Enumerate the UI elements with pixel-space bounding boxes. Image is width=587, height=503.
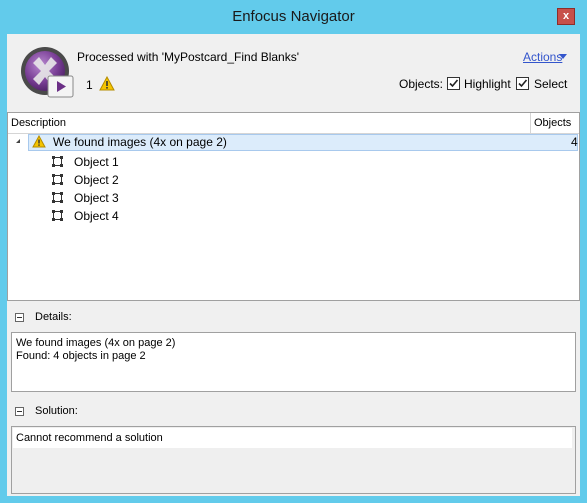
- results-tree[interactable]: Description Objects We found images (4x …: [7, 112, 580, 301]
- details-line-1: We found images (4x on page 2): [16, 337, 176, 349]
- column-header-row: Description Objects: [8, 113, 579, 134]
- column-divider[interactable]: [530, 113, 531, 133]
- navigator-window: Enfocus Navigator x Processed with 'MyPo…: [0, 0, 587, 503]
- group-object-count: 4: [571, 135, 578, 149]
- enfocus-logo-icon: [21, 47, 74, 98]
- window-title: Enfocus Navigator: [232, 8, 355, 25]
- solution-collapse-toggle[interactable]: [15, 407, 24, 416]
- object-label: Object 4: [74, 209, 119, 223]
- details-textbox[interactable]: We found images (4x on page 2) Found: 4 …: [11, 332, 576, 392]
- object-label: Object 2: [74, 173, 119, 187]
- close-button[interactable]: x: [557, 8, 575, 25]
- column-header-description[interactable]: Description: [11, 117, 66, 129]
- client-area: Processed with 'MyPostcard_Find Blanks' …: [7, 34, 580, 496]
- actions-link[interactable]: Actions: [523, 50, 562, 64]
- solution-label: Solution:: [35, 405, 78, 417]
- group-description[interactable]: We found images (4x on page 2): [53, 135, 227, 149]
- solution-text: Cannot recommend a solution: [16, 432, 163, 444]
- details-label: Details:: [35, 311, 72, 323]
- column-header-objects[interactable]: Objects: [534, 117, 571, 129]
- solution-textbox[interactable]: Cannot recommend a solution: [11, 426, 576, 494]
- object-frame-icon: [52, 210, 63, 221]
- object-label: Object 1: [74, 155, 119, 169]
- object-frame-icon: [52, 174, 63, 185]
- details-collapse-toggle[interactable]: [15, 313, 24, 322]
- title-bar[interactable]: Enfocus Navigator x: [0, 0, 587, 34]
- chevron-down-icon[interactable]: [559, 54, 567, 59]
- object-frame-icon: [52, 192, 63, 203]
- object-label: Object 3: [74, 191, 119, 205]
- processed-with-text: Processed with 'MyPostcard_Find Blanks': [77, 50, 300, 64]
- checkmark-icon: [449, 79, 459, 88]
- details-line-2: Found: 4 objects in page 2: [16, 350, 146, 362]
- objects-label: Objects:: [399, 77, 444, 91]
- highlight-label[interactable]: Highlight: [464, 77, 511, 91]
- warning-icon: [32, 135, 46, 148]
- object-frame-icon: [52, 156, 63, 167]
- warning-count: 1: [86, 78, 93, 92]
- select-label[interactable]: Select: [534, 77, 567, 91]
- warning-icon: [99, 76, 115, 91]
- select-checkbox[interactable]: [516, 77, 529, 90]
- collapse-arrow-icon[interactable]: [16, 139, 20, 143]
- highlight-checkbox[interactable]: [447, 77, 460, 90]
- checkmark-icon: [518, 79, 528, 88]
